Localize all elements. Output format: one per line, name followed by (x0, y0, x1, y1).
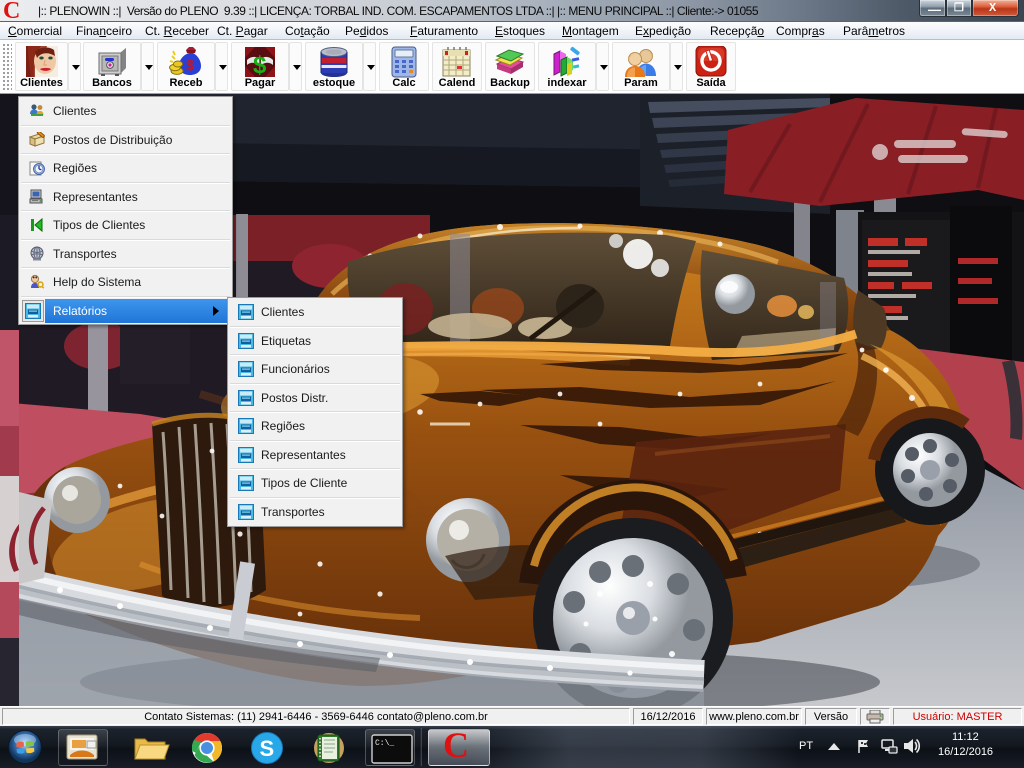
svg-text:$: $ (253, 52, 267, 78)
svg-text:S: S (260, 736, 275, 761)
svg-text:$: $ (186, 57, 195, 74)
svg-text:C:\_: C:\_ (375, 739, 394, 748)
